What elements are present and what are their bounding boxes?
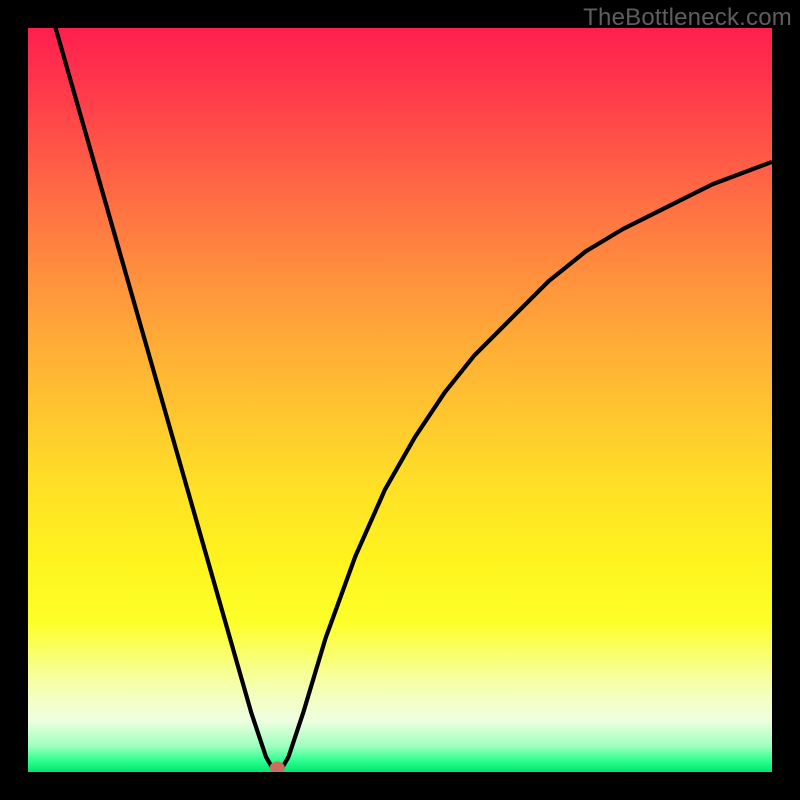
curve-layer xyxy=(28,28,772,772)
chart-frame: TheBottleneck.com xyxy=(0,0,800,800)
minimum-marker xyxy=(270,762,284,772)
plot-area xyxy=(28,28,772,772)
watermark-text: TheBottleneck.com xyxy=(583,4,792,32)
bottleneck-curve xyxy=(28,28,772,770)
